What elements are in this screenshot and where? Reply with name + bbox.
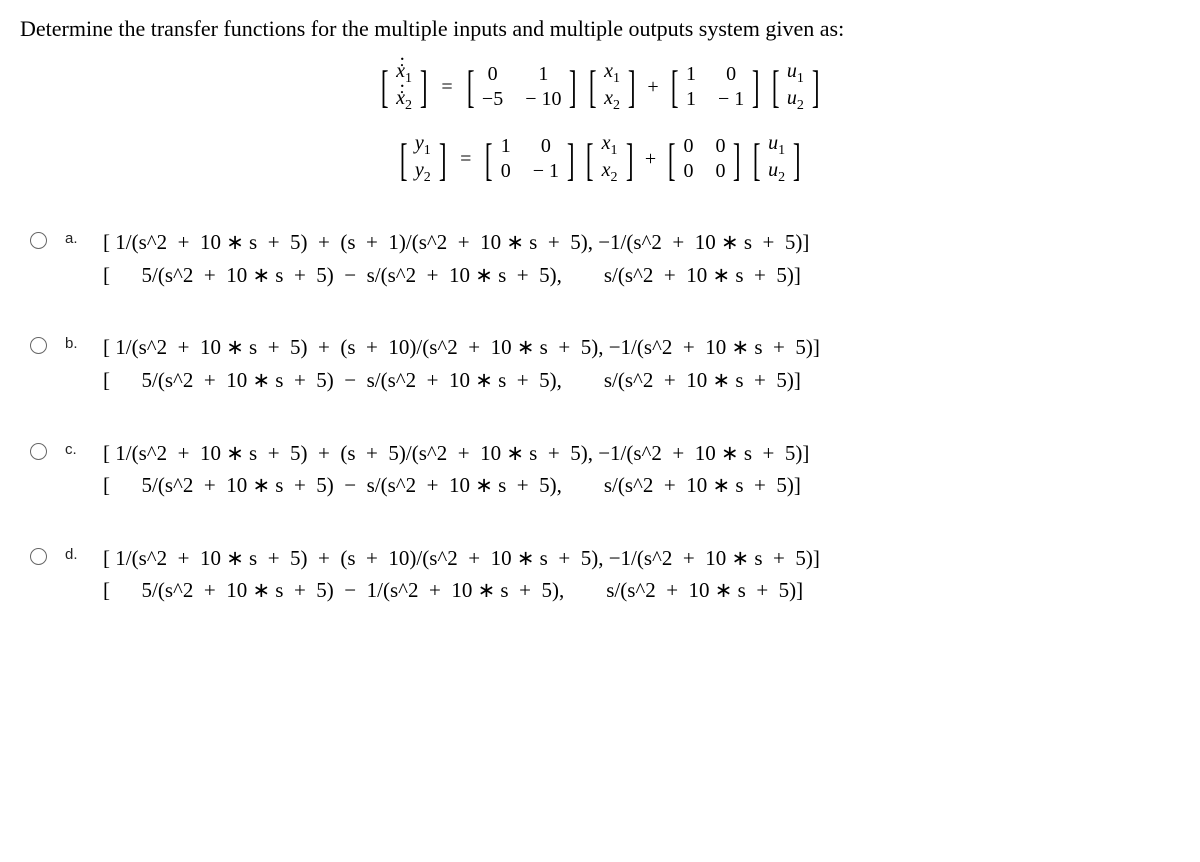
option-label: d. <box>65 546 85 563</box>
option-label: c. <box>65 441 85 458</box>
option-body: [ 1/(s^2 + 10 ∗ s + 5) + (s + 5)/(s^2 + … <box>103 437 809 502</box>
option-label: a. <box>65 230 85 247</box>
option-label: b. <box>65 335 85 352</box>
output-equation: [ y1 y2 ] = [ 10 0− 1 ] [ x1 x2 ] + [ 00… <box>20 132 1180 186</box>
option-body: [ 1/(s^2 + 10 ∗ s + 5) + (s + 10)/(s^2 +… <box>103 542 820 607</box>
question-text: Determine the transfer functions for the… <box>20 16 1180 42</box>
option-body: [ 1/(s^2 + 10 ∗ s + 5) + (s + 1)/(s^2 + … <box>103 226 809 291</box>
equation-block: [ ẋ1 ẋ2 ] = [ 01 −5− 10 ] [ x1 x2 ] + [ … <box>20 60 1180 186</box>
option-a[interactable]: a. [ 1/(s^2 + 10 ∗ s + 5) + (s + 1)/(s^2… <box>30 226 1180 291</box>
state-equation: [ ẋ1 ẋ2 ] = [ 01 −5− 10 ] [ x1 x2 ] + [ … <box>20 60 1180 114</box>
radio-icon[interactable] <box>30 548 47 565</box>
option-body: [ 1/(s^2 + 10 ∗ s + 5) + (s + 10)/(s^2 +… <box>103 331 820 396</box>
radio-icon[interactable] <box>30 232 47 249</box>
option-d[interactable]: d. [ 1/(s^2 + 10 ∗ s + 5) + (s + 10)/(s^… <box>30 542 1180 607</box>
radio-icon[interactable] <box>30 443 47 460</box>
radio-icon[interactable] <box>30 337 47 354</box>
answer-options: a. [ 1/(s^2 + 10 ∗ s + 5) + (s + 1)/(s^2… <box>30 226 1180 606</box>
option-b[interactable]: b. [ 1/(s^2 + 10 ∗ s + 5) + (s + 10)/(s^… <box>30 331 1180 396</box>
option-c[interactable]: c. [ 1/(s^2 + 10 ∗ s + 5) + (s + 5)/(s^2… <box>30 437 1180 502</box>
